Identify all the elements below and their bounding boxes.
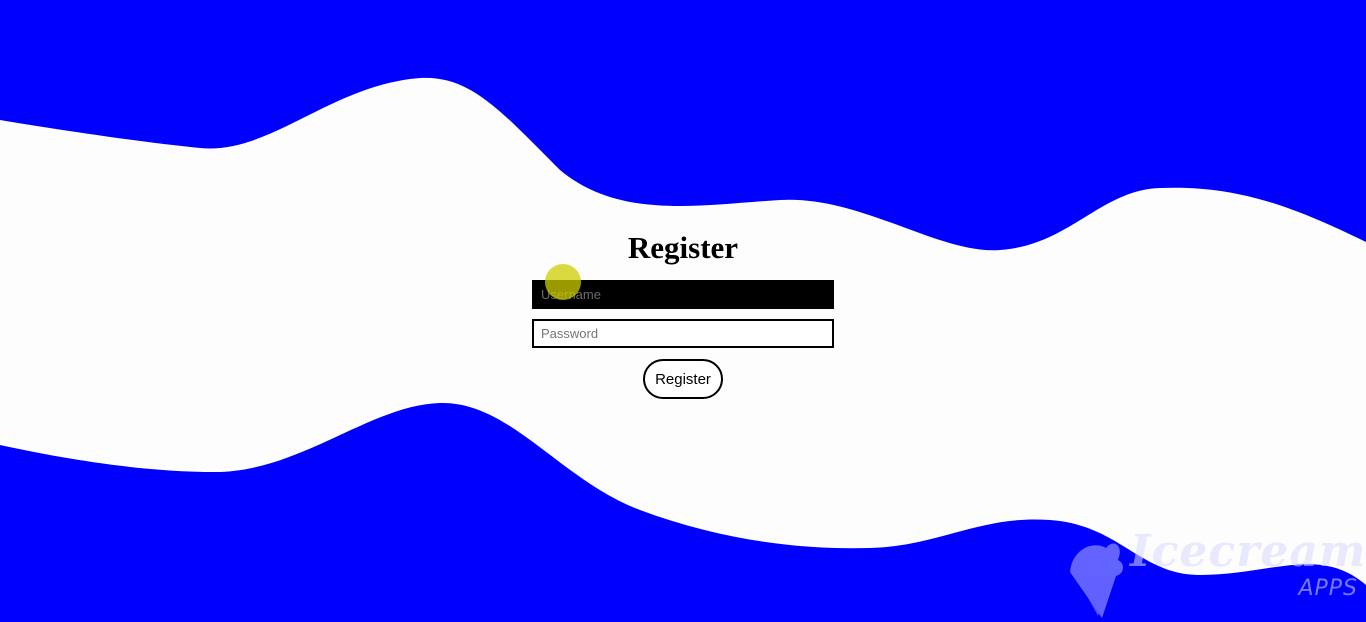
page-title: Register [627,230,739,265]
top-wave [0,0,1366,251]
password-input[interactable] [532,319,834,348]
username-input[interactable] [532,280,834,309]
register-form: Register Register [532,228,834,399]
register-page: Register Register Icecream APPS [0,0,1366,622]
bottom-wave [0,402,1366,622]
register-button[interactable]: Register [643,359,723,399]
